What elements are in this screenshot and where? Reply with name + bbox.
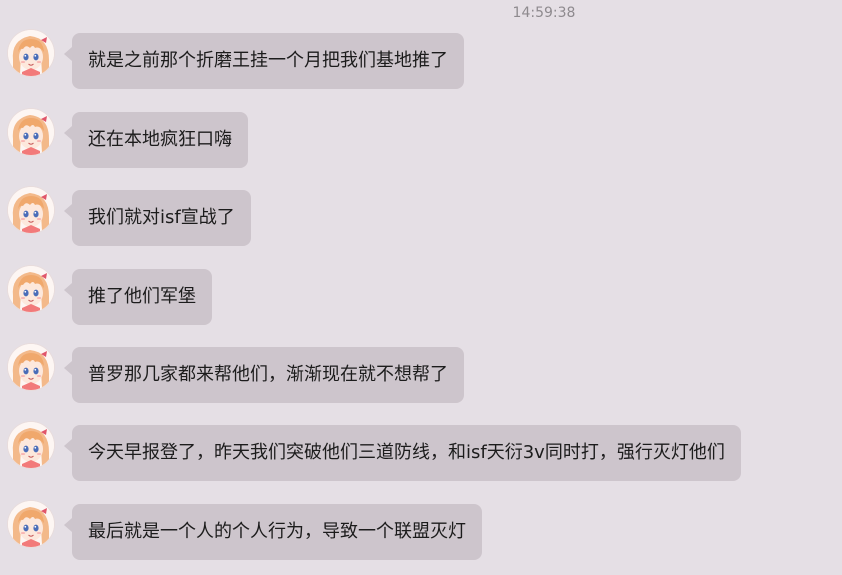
message-row: 普罗那几家都来帮他们，渐渐现在就不想帮了 bbox=[0, 344, 842, 404]
message-bubble[interactable]: 推了他们军堡 bbox=[64, 269, 212, 325]
message-row: 推了他们军堡 bbox=[0, 266, 842, 326]
anime-girl-avatar-icon[interactable] bbox=[8, 187, 54, 233]
message-row: 我们就对isf宣战了 bbox=[0, 187, 842, 247]
anime-girl-avatar-icon[interactable] bbox=[8, 109, 54, 155]
message-row: 就是之前那个折磨王挂一个月把我们基地推了 bbox=[0, 30, 842, 90]
message-bubble[interactable]: 就是之前那个折磨王挂一个月把我们基地推了 bbox=[64, 33, 464, 89]
anime-girl-avatar-icon[interactable] bbox=[8, 30, 54, 76]
message-row: 还在本地疯狂口嗨 bbox=[0, 109, 842, 169]
message-bubble[interactable]: 还在本地疯狂口嗨 bbox=[64, 112, 248, 168]
anime-girl-avatar-icon[interactable] bbox=[8, 422, 54, 468]
message-row: 最后就是一个人的个人行为，导致一个联盟灭灯 bbox=[0, 501, 842, 561]
message-bubble[interactable]: 最后就是一个人的个人行为，导致一个联盟灭灯 bbox=[64, 504, 482, 560]
anime-girl-avatar-icon[interactable] bbox=[8, 501, 54, 547]
message-row: 今天早报登了，昨天我们突破他们三道防线，和isf天衍3v同时打，强行灭灯他们 bbox=[0, 422, 842, 482]
anime-girl-avatar-icon[interactable] bbox=[8, 266, 54, 312]
chat-window: 14:59:38 就是之前那个折磨王挂一个月把我们基地推了 还在本地疯狂口嗨 我… bbox=[0, 0, 842, 575]
message-bubble[interactable]: 普罗那几家都来帮他们，渐渐现在就不想帮了 bbox=[64, 347, 464, 403]
message-timestamp: 14:59:38 bbox=[512, 5, 576, 21]
message-bubble[interactable]: 我们就对isf宣战了 bbox=[64, 190, 251, 246]
anime-girl-avatar-icon[interactable] bbox=[8, 344, 54, 390]
message-bubble[interactable]: 今天早报登了，昨天我们突破他们三道防线，和isf天衍3v同时打，强行灭灯他们 bbox=[64, 425, 741, 481]
